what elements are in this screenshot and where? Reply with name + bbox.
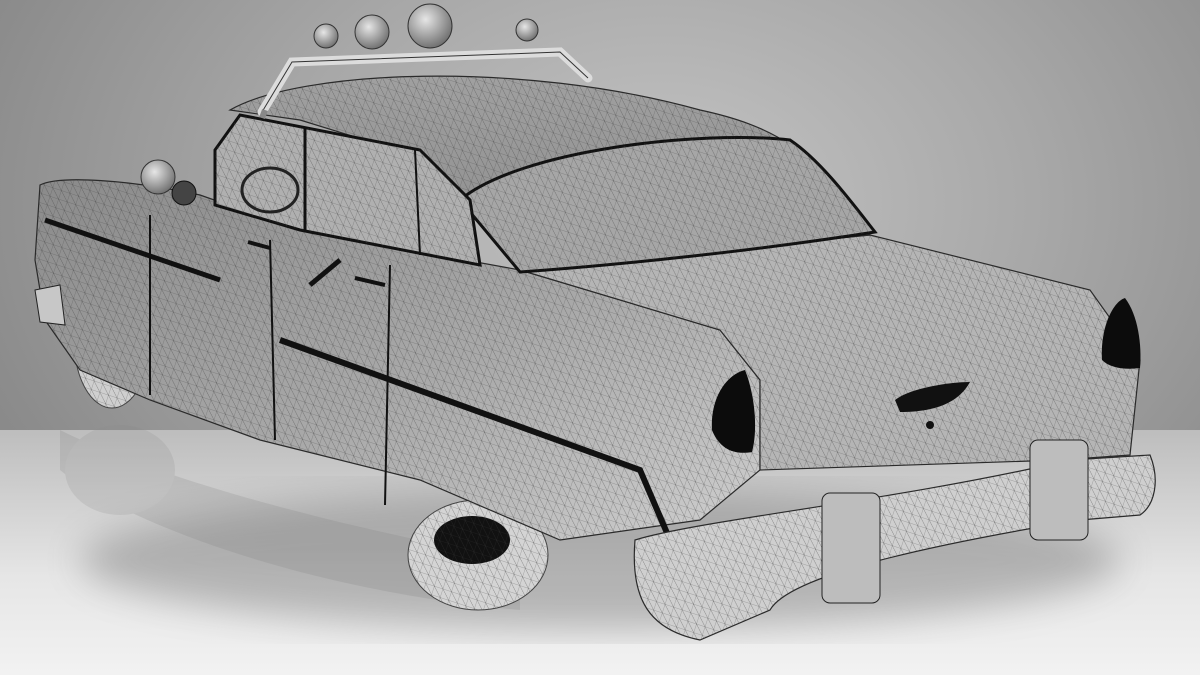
roof-lamp-4 (515, 18, 539, 42)
side-spotlight (140, 159, 176, 195)
bumper-guard-left (821, 492, 881, 604)
front-bumper (34, 284, 66, 326)
roof-lamp-3 (407, 3, 453, 49)
roof-lamp-1 (313, 23, 339, 49)
car-body (34, 75, 1141, 542)
bumper-guard-right (1029, 439, 1089, 541)
roof-lamp-2 (354, 14, 390, 50)
render-viewport (0, 0, 1200, 675)
car-render (34, 3, 1156, 641)
trunk-lock (926, 421, 934, 429)
right-tail-light (1101, 298, 1141, 369)
side-mirror (171, 180, 197, 206)
